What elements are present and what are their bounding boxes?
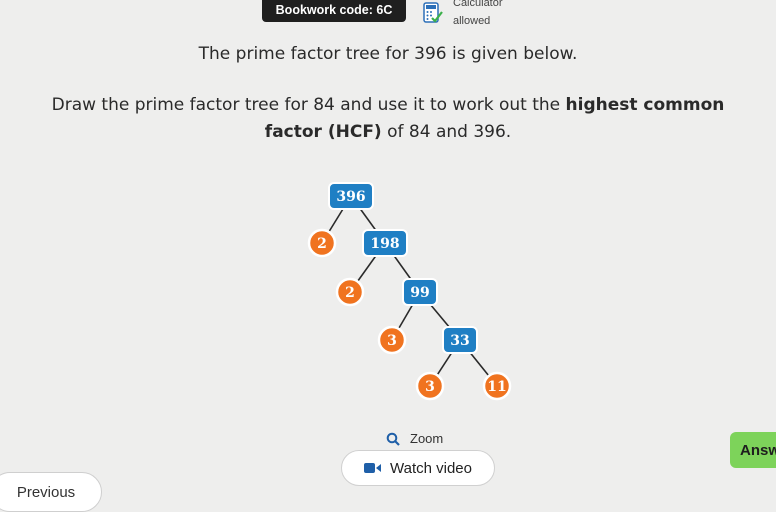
node-label: 2 bbox=[317, 236, 327, 252]
calculator-label: Calculator bbox=[453, 0, 503, 9]
zoom-label: Zoom bbox=[410, 431, 444, 446]
prime-factor-node: 3 bbox=[377, 325, 407, 355]
allowed-label: allowed bbox=[453, 15, 491, 27]
prime-factor-node: 11 bbox=[482, 371, 512, 401]
question-text-end: of 84 and 396. bbox=[381, 122, 512, 142]
previous-button[interactable]: Previous bbox=[0, 472, 102, 512]
prime-factor-node: 2 bbox=[335, 277, 365, 307]
node-label: 33 bbox=[450, 333, 469, 349]
node-label: 198 bbox=[370, 236, 399, 252]
video-icon bbox=[364, 463, 381, 473]
search-icon bbox=[386, 432, 400, 446]
question-line-3: factor (HCF) of 84 and 396. bbox=[0, 122, 776, 142]
question-emphasis: highest common bbox=[565, 95, 725, 115]
bookwork-code-badge: Bookwork code: 6C bbox=[262, 0, 406, 22]
answer-label: Answ bbox=[740, 441, 776, 459]
watch-video-button[interactable]: Watch video bbox=[341, 450, 495, 486]
node-label: 3 bbox=[425, 379, 435, 395]
composite-factor-node: 99 bbox=[402, 278, 438, 306]
composite-factor-node: 33 bbox=[442, 326, 478, 354]
calculator-icon bbox=[423, 2, 443, 23]
composite-factor-node: 396 bbox=[328, 182, 374, 210]
node-label: 2 bbox=[345, 285, 355, 301]
top-bar: Bookwork code: 6C Calculator allowed bbox=[0, 0, 776, 36]
question-text: Draw the prime factor tree for 84 and us… bbox=[51, 95, 566, 115]
zoom-button[interactable]: Zoom bbox=[386, 431, 443, 446]
node-label: 99 bbox=[410, 285, 429, 301]
node-label: 11 bbox=[487, 379, 506, 395]
question-intro: The prime factor tree for 396 is given b… bbox=[198, 44, 578, 64]
question-emphasis-hcf: factor (HCF) bbox=[264, 122, 382, 142]
prime-factor-node: 3 bbox=[415, 371, 445, 401]
prime-factor-tree: 3962 1982 993 333 11 bbox=[307, 182, 512, 401]
watch-video-label: Watch video bbox=[390, 459, 472, 477]
answer-button[interactable]: Answ bbox=[730, 432, 776, 468]
calculator-allowed-label: Calculator allowed bbox=[453, 0, 503, 28]
question-line-2: Draw the prime factor tree for 84 and us… bbox=[0, 95, 776, 115]
prime-factor-node: 2 bbox=[307, 228, 337, 258]
node-label: 396 bbox=[336, 189, 365, 205]
previous-label: Previous bbox=[16, 483, 76, 501]
composite-factor-node: 198 bbox=[362, 229, 408, 257]
node-label: 3 bbox=[387, 333, 397, 349]
